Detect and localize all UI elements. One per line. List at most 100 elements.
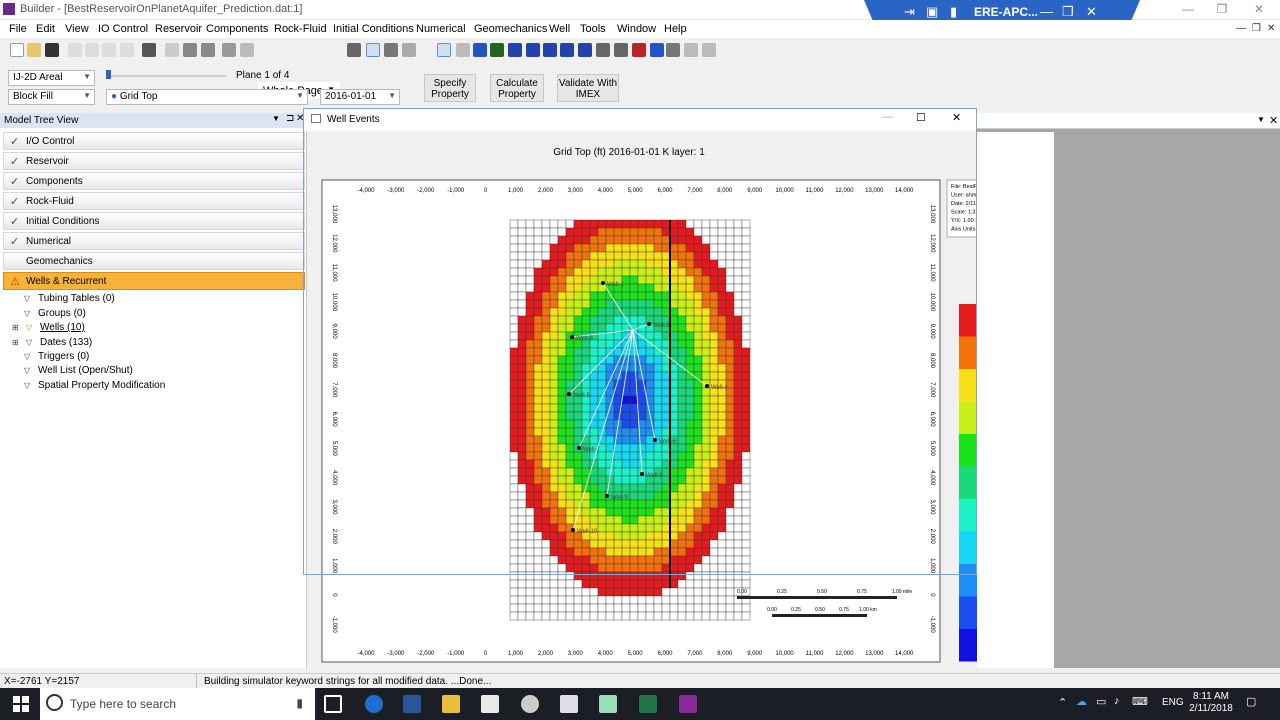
expand-icon[interactable]: ⊞ — [12, 323, 22, 332]
tree-node-4[interactable]: ▽ Triggers (0) — [24, 351, 89, 362]
close-view-icon[interactable]: ✕ — [1269, 114, 1278, 127]
menu-reservoir[interactable]: Reservoir — [155, 23, 202, 35]
zoom-fit-icon[interactable] — [240, 43, 254, 57]
rdp-restore-icon[interactable]: ❐ — [1062, 4, 1074, 20]
task-view-icon[interactable] — [324, 695, 342, 713]
rotate3d-icon[interactable] — [596, 43, 610, 57]
crosshair-icon[interactable] — [684, 43, 698, 57]
tree-node-2[interactable]: ⊞ ▽ Wells (10) — [12, 322, 85, 333]
plane-slider-thumb[interactable] — [106, 70, 111, 79]
menu-edit[interactable]: Edit — [36, 23, 55, 35]
expand-icon[interactable]: ⊞ — [12, 338, 22, 347]
menu-geomechanics[interactable]: Geomechanics — [474, 23, 547, 35]
move-icon[interactable] — [526, 43, 540, 57]
plane-slider[interactable] — [108, 75, 226, 77]
tree-section-geomechanics[interactable]: Geomechanics — [3, 252, 305, 270]
menu-well[interactable]: Well — [549, 23, 570, 35]
chevron-up-icon[interactable]: ⌃ — [1058, 696, 1067, 709]
minimize-icon[interactable]: — — [1178, 2, 1198, 16]
pan-icon[interactable] — [543, 43, 557, 57]
settings-icon[interactable] — [702, 43, 716, 57]
rdp-minimize-icon[interactable]: — — [1040, 4, 1053, 19]
paste-icon[interactable] — [102, 43, 116, 57]
menu-io-control[interactable]: IO Control — [98, 23, 148, 35]
save-icon[interactable] — [45, 43, 59, 57]
tree-section-initial-conditions[interactable]: ✓ Initial Conditions — [3, 212, 305, 230]
network-icon[interactable]: ▭ — [1096, 695, 1106, 708]
tree-node-3[interactable]: ⊞ ▽ Dates (133) — [12, 337, 92, 348]
property-select[interactable]: ● Grid Top ▼ — [106, 89, 308, 105]
layers-icon[interactable] — [183, 43, 197, 57]
grid-icon[interactable] — [490, 43, 504, 57]
pin-icon[interactable]: ⊐ — [286, 113, 294, 124]
cross-icon[interactable] — [560, 43, 574, 57]
cut-icon[interactable] — [68, 43, 82, 57]
mdi-minimize-icon[interactable]: — — [1236, 23, 1246, 34]
tree-section-reservoir[interactable]: ✓ Reservoir — [3, 152, 305, 170]
copy-view-icon[interactable] — [632, 43, 646, 57]
tree-node-5[interactable]: ▽ Well List (Open/Shut) — [24, 365, 133, 376]
date-select[interactable]: 2016-01-01 ▼ — [320, 89, 400, 105]
grid-view-icon[interactable] — [366, 43, 380, 57]
menu-initial-conditions[interactable]: Initial Conditions — [333, 23, 414, 35]
word-icon[interactable] — [403, 695, 421, 713]
copy-icon[interactable] — [85, 43, 99, 57]
tree-section-rock-fluid[interactable]: ✓ Rock-Fluid — [3, 192, 305, 210]
volume-icon[interactable]: ♪ — [1114, 695, 1120, 707]
tree-node-6[interactable]: ▽ Spatial Property Modification — [24, 380, 165, 391]
pin-icon[interactable]: ⇥ — [904, 4, 915, 20]
menu-window[interactable]: Window — [617, 23, 656, 35]
builder-icon[interactable] — [599, 695, 617, 713]
microphone-icon[interactable]: ▮ — [296, 696, 303, 710]
tree-section-wells-recurrent[interactable]: ⚠ Wells & Recurrent — [3, 272, 305, 290]
open-folder-icon[interactable] — [27, 43, 41, 57]
pointer-icon[interactable] — [456, 43, 470, 57]
rdp-close-icon[interactable]: ✕ — [1086, 4, 1097, 20]
windows-start-icon[interactable] — [13, 696, 29, 712]
flask-icon[interactable] — [650, 43, 664, 57]
dropdown-icon[interactable]: ▼ — [1257, 115, 1265, 124]
document-app-icon[interactable] — [560, 695, 578, 713]
tree-section-i-o-control[interactable]: ✓ I/O Control — [3, 132, 305, 150]
notifications-icon[interactable]: ▢ — [1246, 695, 1256, 708]
menu-file[interactable]: File — [9, 23, 27, 35]
tree-section-components[interactable]: ✓ Components — [3, 172, 305, 190]
onedrive-icon[interactable]: ☁ — [1076, 695, 1087, 708]
clock[interactable]: 8:11 AM 2/11/2018 — [1188, 691, 1234, 715]
fill-mode-select[interactable]: Block Fill ▼ — [8, 89, 95, 105]
mdi-close-icon[interactable]: ✕ — [1267, 23, 1275, 34]
well-events-titlebar[interactable]: Well Events — ☐ ✕ — [304, 109, 976, 131]
taskbar-search[interactable]: Type here to search ▮ — [40, 688, 315, 720]
fit-icon[interactable] — [222, 43, 236, 57]
magnifier-icon[interactable] — [578, 43, 592, 57]
view-mode-select[interactable]: IJ-2D Areal ▼ — [8, 70, 95, 86]
store-icon[interactable] — [481, 695, 499, 713]
undo-icon[interactable] — [120, 43, 134, 57]
tree-section-numerical[interactable]: ✓ Numerical — [3, 232, 305, 250]
close-icon[interactable]: ✕ — [952, 111, 961, 124]
minimize-icon[interactable]: — — [882, 111, 893, 123]
tree-node-1[interactable]: ▽ Groups (0) — [24, 308, 86, 319]
menu-numerical[interactable]: Numerical — [416, 23, 466, 35]
edge-icon[interactable] — [365, 695, 383, 713]
menu-tools[interactable]: Tools — [580, 23, 606, 35]
properties-icon[interactable] — [347, 43, 361, 57]
close-icon[interactable]: ✕ — [1249, 2, 1269, 16]
specify-property-button[interactable]: Specify Property — [424, 74, 476, 102]
ruler-icon[interactable] — [666, 43, 680, 57]
calculate-property-button[interactable]: Calculate Property — [490, 74, 544, 102]
target-icon[interactable] — [402, 43, 416, 57]
excel-icon[interactable] — [639, 695, 657, 713]
cmg-launcher-icon[interactable] — [679, 695, 697, 713]
app-icon-remote[interactable] — [521, 695, 539, 713]
maximize-icon[interactable]: ☐ — [916, 111, 926, 124]
menu-components[interactable]: Components — [206, 23, 268, 35]
table-icon[interactable] — [384, 43, 398, 57]
language-indicator[interactable]: ENG — [1162, 697, 1184, 708]
keyboard-icon[interactable]: ⌨ — [1132, 695, 1148, 708]
maximize-icon[interactable]: ❐ — [1212, 2, 1232, 16]
validate-imex-button[interactable]: Validate With IMEX — [557, 74, 619, 102]
menu-view[interactable]: View — [65, 23, 89, 35]
dropdown-icon[interactable]: ▼ — [272, 114, 280, 123]
select-icon[interactable] — [437, 43, 451, 57]
